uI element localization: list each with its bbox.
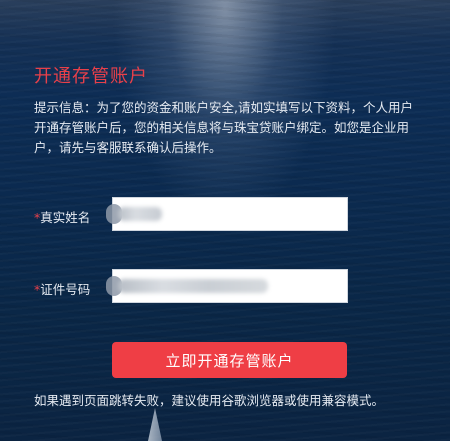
id-number-input[interactable] [112,269,348,303]
page-title: 开通存管账户 [34,66,148,87]
tip-text: 提示信息：为了您的资金和账户安全,请如实填写以下资料，个人用户开通存管账户后，您… [34,100,413,155]
id-number-label: *证件号码 [34,279,90,298]
id-number-label-text: 证件号码 [40,282,91,297]
browser-compatibility-note: 如果遇到页面跳转失败，建议使用谷歌浏览器或使用兼容模式。 [34,393,385,408]
real-name-input[interactable] [112,197,348,231]
redacted-marker [106,204,122,224]
redacted-marker [106,276,122,296]
open-account-button[interactable]: 立即开通存管账户 [112,342,347,378]
real-name-label: *真实姓名 [34,207,90,226]
real-name-label-text: 真实姓名 [40,210,91,225]
open-depository-account-panel: 开通存管账户 提示信息：为了您的资金和账户安全,请如实填写以下资料，个人用户开通… [0,0,450,441]
